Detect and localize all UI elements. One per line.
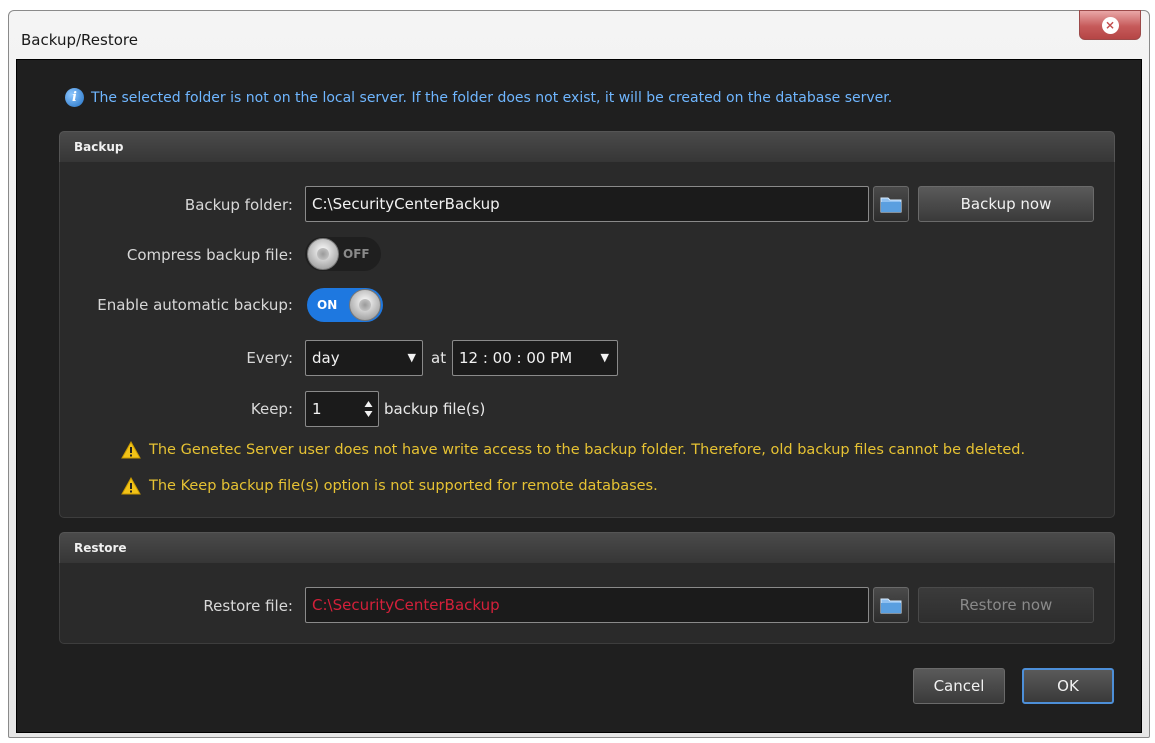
backup-section-header: Backup: [59, 131, 1115, 162]
title-bar: Backup/Restore ⨯: [9, 10, 1149, 61]
backup-now-button[interactable]: Backup now: [918, 186, 1094, 222]
spin-arrows-icon: [364, 401, 373, 417]
warning-icon: [121, 441, 141, 459]
keep-count-value: 1: [312, 400, 322, 418]
automatic-backup-label: Enable automatic backup:: [97, 296, 293, 314]
chevron-down-icon: ▼: [600, 351, 609, 364]
info-text: The selected folder is not on the local …: [91, 89, 893, 106]
toggle-knob: [307, 238, 339, 270]
folder-icon: [880, 197, 902, 213]
frequency-value: day: [312, 349, 340, 367]
backup-section: Backup folder: C:\SecurityCenterBackup B…: [59, 162, 1115, 518]
restore-now-button[interactable]: Restore now: [918, 587, 1094, 623]
at-label: at: [431, 349, 447, 367]
frequency-dropdown[interactable]: day ▼: [305, 340, 423, 376]
warning-text: The Keep backup file(s) option is not su…: [149, 478, 658, 494]
info-message: i The selected folder is not on the loca…: [65, 88, 892, 107]
close-icon: ⨯: [1101, 16, 1119, 34]
window-title: Backup/Restore: [21, 31, 138, 49]
automatic-backup-toggle[interactable]: ON: [307, 288, 383, 322]
warning-icon: [121, 477, 141, 495]
close-button[interactable]: ⨯: [1079, 10, 1141, 40]
restore-file-browse-button[interactable]: [873, 587, 909, 623]
time-picker[interactable]: 12 : 00 : 00 PM ▼: [452, 340, 618, 376]
warning-text: The Genetec Server user does not have wr…: [149, 442, 1026, 458]
chevron-down-icon: ▼: [407, 351, 416, 364]
warning-message: The Genetec Server user does not have wr…: [121, 441, 1025, 459]
keep-suffix-label: backup file(s): [384, 400, 486, 418]
folder-icon: [880, 598, 902, 614]
backup-restore-dialog: Backup/Restore ⨯ i The selected folder i…: [8, 10, 1150, 738]
restore-section: Restore file: C:\SecurityCenterBackup Re…: [59, 563, 1115, 644]
dialog-content: i The selected folder is not on the loca…: [16, 59, 1142, 733]
info-icon: i: [65, 88, 84, 107]
keep-count-stepper[interactable]: 1: [305, 391, 379, 427]
restore-file-input[interactable]: C:\SecurityCenterBackup: [305, 587, 869, 623]
restore-section-header: Restore: [59, 532, 1115, 563]
time-value: 12 : 00 : 00 PM: [459, 349, 573, 367]
toggle-state-label: ON: [317, 298, 338, 312]
cancel-button[interactable]: Cancel: [913, 668, 1005, 704]
toggle-knob: [349, 289, 381, 321]
every-label: Every:: [246, 349, 293, 367]
ok-button[interactable]: OK: [1022, 668, 1114, 704]
toggle-state-label: OFF: [343, 247, 370, 261]
warning-message: The Keep backup file(s) option is not su…: [121, 477, 658, 495]
backup-folder-browse-button[interactable]: [873, 186, 909, 222]
backup-folder-label: Backup folder:: [184, 196, 293, 214]
backup-folder-input[interactable]: C:\SecurityCenterBackup: [305, 186, 869, 222]
keep-label: Keep:: [250, 400, 293, 418]
compress-backup-toggle[interactable]: OFF: [305, 237, 381, 271]
compress-backup-label: Compress backup file:: [126, 246, 293, 264]
restore-file-label: Restore file:: [203, 597, 293, 615]
